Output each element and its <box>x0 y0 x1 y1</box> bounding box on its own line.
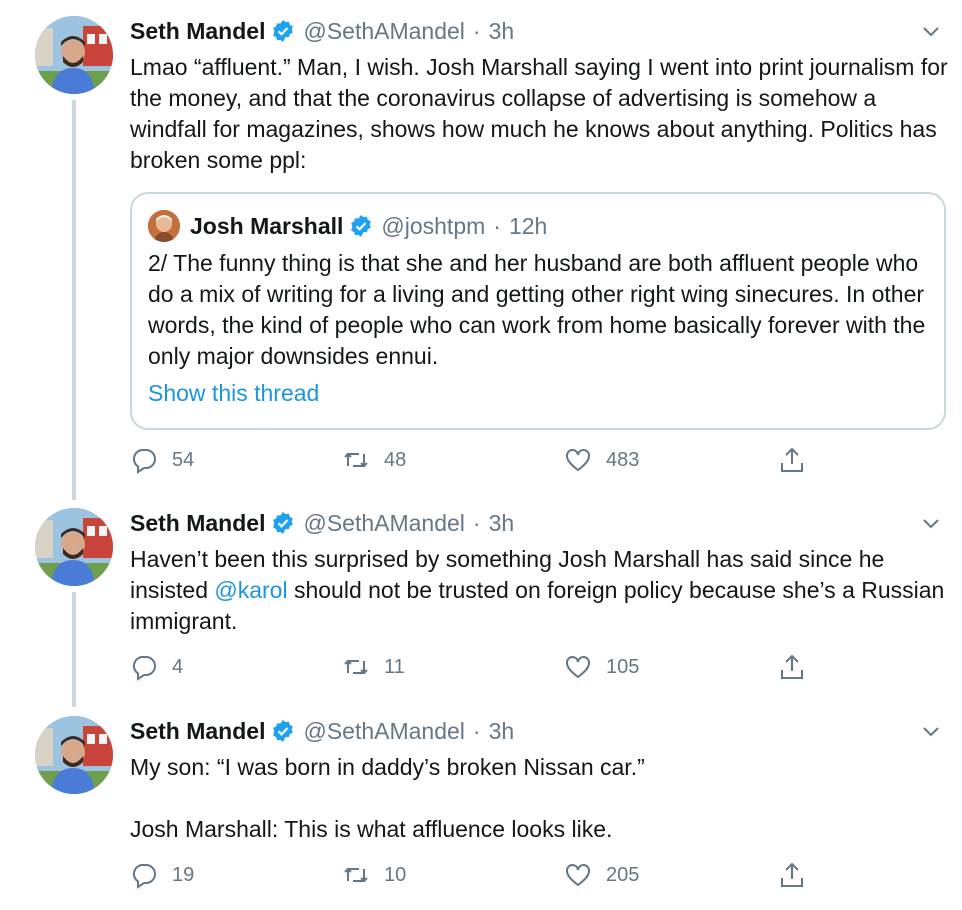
reply-button[interactable]: 54 <box>130 444 194 476</box>
tweet-actions: 54 48 483 <box>130 444 830 476</box>
share-icon <box>781 447 803 472</box>
separator-dot: · <box>472 509 481 536</box>
share-icon <box>781 862 803 887</box>
author-name[interactable]: Seth Mandel <box>130 718 265 745</box>
avatar[interactable] <box>35 716 113 794</box>
verified-badge-icon <box>273 20 294 42</box>
heart-icon <box>566 864 590 887</box>
author-name: Josh Marshall <box>190 212 344 239</box>
retweet-count: 10 <box>384 863 407 886</box>
author-handle[interactable]: @SethAMandel <box>303 18 464 45</box>
retweet-icon <box>344 659 368 675</box>
quoted-tweet-text: 2/ The funny thing is that she and her h… <box>148 250 926 369</box>
timestamp[interactable]: 3h <box>489 718 515 745</box>
like-count: 105 <box>606 655 640 678</box>
tweet-text-line: Josh Marshall: This is what affluence lo… <box>130 816 613 842</box>
share-button[interactable] <box>778 859 820 891</box>
retweet-icon <box>344 452 368 468</box>
reply-icon <box>132 449 156 474</box>
avatar[interactable] <box>35 508 113 586</box>
retweet-button[interactable]: 10 <box>342 859 406 891</box>
chevron-down-icon[interactable] <box>920 512 942 534</box>
reply-count: 19 <box>172 863 195 886</box>
tweet-header: Seth Mandel @SethAMandel · 3h <box>130 508 514 538</box>
share-button[interactable] <box>778 444 820 476</box>
show-thread-link[interactable]: Show this thread <box>148 380 319 407</box>
quoted-tweet[interactable]: Josh Marshall @joshtpm · 12h 2/ The funn… <box>130 192 946 430</box>
like-button[interactable]: 483 <box>564 444 639 476</box>
tweet-text: Haven’t been this surprised by something… <box>130 544 950 637</box>
verified-badge-icon <box>351 215 372 237</box>
like-count: 483 <box>606 448 640 471</box>
tweet[interactable]: Seth Mandel @SethAMandel · 3h Haven’t be… <box>0 508 962 688</box>
reply-icon <box>132 864 156 889</box>
tweet[interactable]: Seth Mandel @SethAMandel · 3h My son: “I… <box>0 716 962 906</box>
separator-dot: · <box>493 212 501 239</box>
verified-badge-icon <box>273 512 294 534</box>
heart-icon <box>566 449 590 472</box>
author-name[interactable]: Seth Mandel <box>130 510 265 537</box>
timestamp: 12h <box>508 212 548 239</box>
tweet[interactable]: Seth Mandel @SethAMandel · 3h Lmao “affl… <box>0 16 962 486</box>
retweet-button[interactable]: 48 <box>342 444 406 476</box>
tweet-header: Seth Mandel @SethAMandel · 3h <box>130 16 514 46</box>
retweet-count: 48 <box>384 448 407 471</box>
tweet-actions: 19 10 205 <box>130 859 830 891</box>
separator-dot: · <box>472 17 481 44</box>
retweet-icon <box>344 867 368 883</box>
reply-button[interactable]: 4 <box>130 651 183 683</box>
reply-count: 4 <box>172 655 184 678</box>
tweet-text: Lmao “affluent.” Man, I wish. Josh Marsh… <box>130 54 948 173</box>
chevron-down-icon[interactable] <box>920 720 942 742</box>
author-handle[interactable]: @SethAMandel <box>303 510 464 537</box>
timestamp[interactable]: 3h <box>489 18 515 45</box>
share-icon <box>781 654 803 679</box>
like-count: 205 <box>606 863 640 886</box>
verified-badge-icon <box>273 720 294 742</box>
reply-icon <box>132 656 156 681</box>
reply-button[interactable]: 19 <box>130 859 194 891</box>
retweet-count: 11 <box>384 655 405 678</box>
avatar[interactable] <box>35 16 113 94</box>
like-button[interactable]: 105 <box>564 651 639 683</box>
like-button[interactable]: 205 <box>564 859 639 891</box>
quoted-tweet-header: Josh Marshall @joshtpm · 12h <box>148 210 547 242</box>
author-handle: @joshtpm <box>381 212 486 239</box>
retweet-button[interactable]: 11 <box>342 651 405 683</box>
heart-icon <box>566 656 590 679</box>
tweet-text: My son: “I was born in daddy’s broken Ni… <box>130 752 950 845</box>
tweet-text-line: My son: “I was born in daddy’s broken Ni… <box>130 754 645 780</box>
avatar <box>148 210 180 242</box>
tweet-actions: 4 11 105 <box>130 651 830 683</box>
timestamp[interactable]: 3h <box>489 510 515 537</box>
separator-dot: · <box>472 717 481 744</box>
author-name[interactable]: Seth Mandel <box>130 18 265 45</box>
reply-count: 54 <box>172 448 195 471</box>
mention-link[interactable]: @karol <box>214 577 287 603</box>
chevron-down-icon[interactable] <box>920 20 942 42</box>
tweet-header: Seth Mandel @SethAMandel · 3h <box>130 716 514 746</box>
author-handle[interactable]: @SethAMandel <box>303 718 464 745</box>
share-button[interactable] <box>778 651 820 683</box>
